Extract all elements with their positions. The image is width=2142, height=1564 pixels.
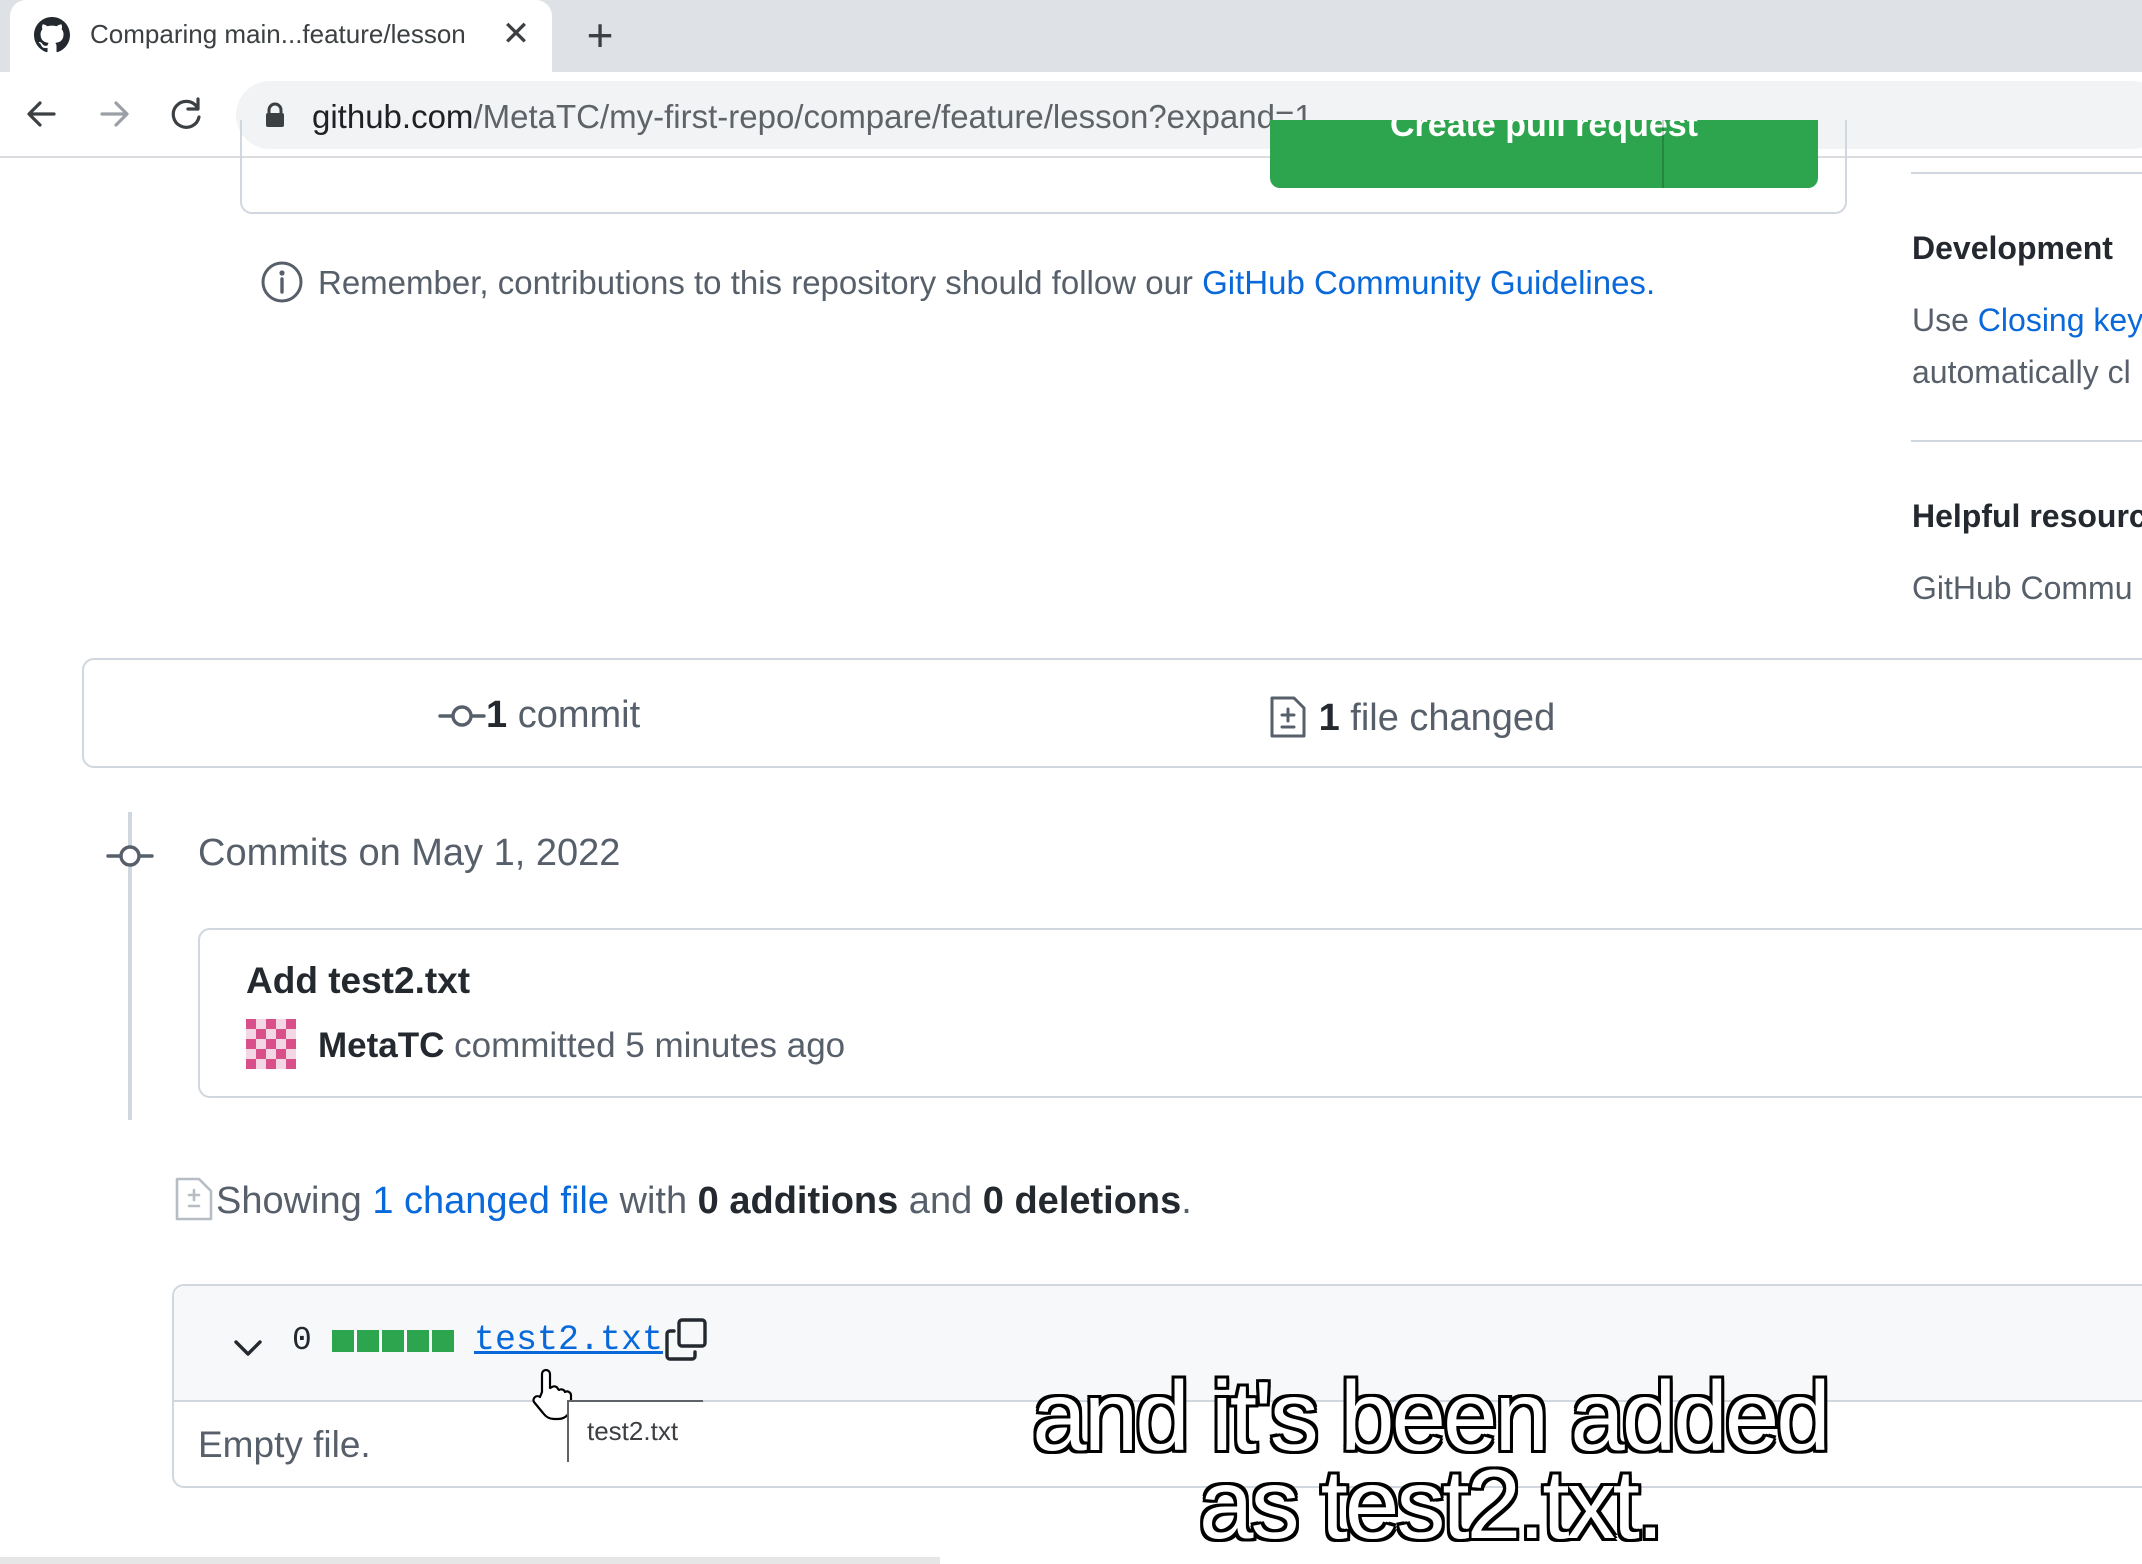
- browser-tab-active[interactable]: Comparing main...feature/lesson ✕: [10, 0, 552, 72]
- file-diff-icon: [175, 1177, 213, 1221]
- compare-summary-bar: 1 commit 1 file changed: [82, 658, 2142, 768]
- close-icon[interactable]: ✕: [494, 12, 538, 56]
- empty-file-text: Empty file.: [198, 1424, 371, 1465]
- plus-icon[interactable]: +: [576, 12, 624, 60]
- commit-message-link[interactable]: Add test2.txt: [246, 960, 470, 1002]
- file-name-link[interactable]: test2.txt: [474, 1320, 663, 1360]
- development-text: Use Closing key: [1912, 302, 2142, 338]
- tab-title: Comparing main...feature/lesson: [90, 19, 466, 49]
- browser-tab-strip: Comparing main...feature/lesson ✕ +: [0, 0, 2142, 72]
- avatar-identicon[interactable]: [246, 1019, 296, 1069]
- commit-item: [198, 928, 2142, 1098]
- diff-line-count: 0: [292, 1322, 312, 1359]
- reload-icon[interactable]: [160, 88, 212, 140]
- video-caption: and it's been added as test2.txt.: [1032, 1361, 1830, 1559]
- forward-arrow-icon[interactable]: [88, 88, 140, 140]
- diffstat-blocks: [332, 1330, 457, 1357]
- back-arrow-icon[interactable]: [16, 88, 68, 140]
- chevron-down-icon[interactable]: [228, 1328, 268, 1368]
- diff-summary-text: Showing 1 changed file with 0 additions …: [216, 1180, 1192, 1222]
- sidebar-divider: [1911, 440, 2142, 442]
- commits-date-heading: Commits on May 1, 2022: [198, 832, 621, 874]
- info-icon: [261, 261, 303, 303]
- closing-keywords-link[interactable]: Closing key: [1978, 302, 2142, 338]
- create-pull-request-button[interactable]: Create pull request: [1270, 120, 1818, 188]
- button-split-divider: [1662, 120, 1664, 188]
- helpful-resources-heading: Helpful resourc: [1912, 498, 2142, 534]
- development-heading: Development: [1912, 230, 2113, 266]
- git-commit-icon: [106, 845, 154, 867]
- git-commit-icon: [438, 705, 486, 727]
- community-guidelines-link[interactable]: GitHub Community Guidelines: [1202, 264, 1646, 301]
- changed-files-link[interactable]: 1 changed file: [372, 1180, 609, 1222]
- file-diff-icon: [1270, 696, 1306, 738]
- github-community-link[interactable]: GitHub Commu: [1912, 570, 2133, 607]
- commit-meta: MetaTC committed 5 minutes ago: [318, 1026, 846, 1065]
- sidebar-divider: [1911, 172, 2142, 174]
- development-text-line2: automatically cl: [1912, 354, 2131, 390]
- github-icon: [34, 17, 70, 53]
- copy-icon[interactable]: [662, 1316, 710, 1364]
- file-name-tooltip: test2.txt: [567, 1400, 703, 1462]
- files-changed-tab[interactable]: 1 file changed: [1268, 694, 1555, 740]
- commits-tab[interactable]: 1 commit: [438, 694, 640, 737]
- video-progress-bar: [0, 1557, 940, 1564]
- commit-author-link[interactable]: MetaTC: [318, 1026, 444, 1065]
